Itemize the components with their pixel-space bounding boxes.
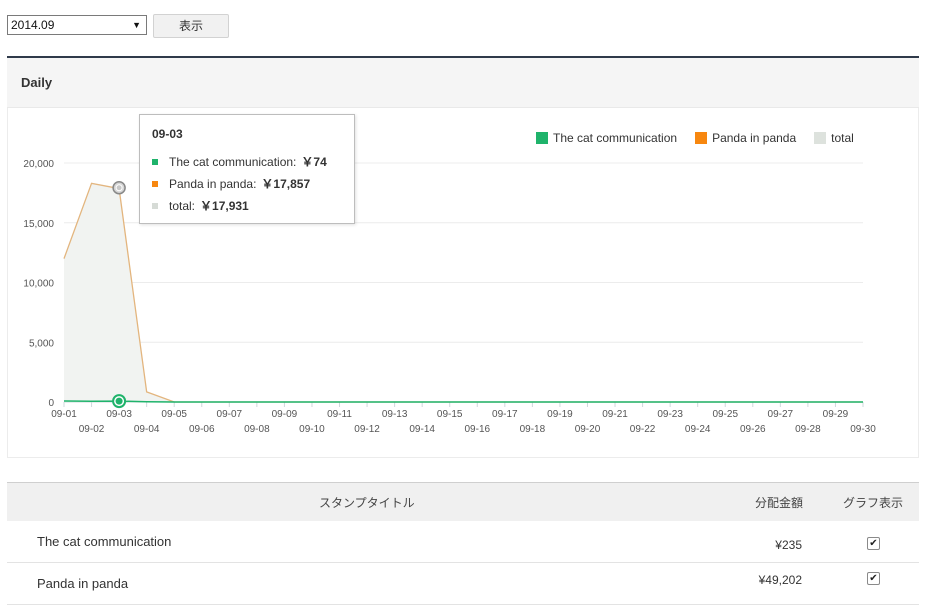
- tooltip-value-panda: ￥17,857: [261, 177, 311, 191]
- tooltip-row-panda: Panda in panda: ￥17,857: [152, 175, 310, 192]
- legend-label-total: total: [831, 131, 854, 145]
- tooltip-value-cat: ￥74: [301, 155, 327, 169]
- tooltip-row-total: total: ￥17,931: [152, 197, 249, 214]
- legend-label-panda: Panda in panda: [712, 131, 797, 145]
- legend-swatch-total: [814, 132, 827, 144]
- header-amount: 分配金額: [755, 496, 804, 510]
- x-tick-label: 09-16: [464, 424, 490, 435]
- table-row: The cat communication ¥235 ✔: [7, 521, 919, 563]
- x-tick-label: 09-21: [602, 409, 628, 420]
- x-tick-label: 09-19: [547, 409, 573, 420]
- x-tick-label: 09-20: [575, 424, 601, 435]
- table-header: スタンプタイトル 分配金額 グラフ表示: [7, 482, 919, 521]
- tooltip-dot-cat: [152, 158, 158, 165]
- x-tick-label: 09-22: [630, 424, 656, 435]
- x-tick-label: 09-28: [795, 424, 821, 435]
- highlight-point-total-inner: [115, 184, 123, 192]
- header-stamp-title: スタンプタイトル: [319, 496, 415, 510]
- legend-swatch-cat: [536, 132, 548, 144]
- x-tick-label: 09-14: [409, 424, 435, 435]
- y-tick-label: 15,000: [23, 219, 54, 230]
- tooltip-label-cat: The cat communication:: [169, 154, 297, 169]
- legend-item-panda[interactable]: Panda in panda: [695, 131, 796, 145]
- legend-swatch-panda: [695, 132, 708, 144]
- x-tick-label: 09-06: [189, 424, 215, 435]
- x-tick-label: 09-04: [134, 424, 160, 435]
- legend-item-cat[interactable]: The cat communication: [536, 131, 677, 145]
- x-tick-label: 09-30: [850, 424, 876, 435]
- x-tick-label: 09-13: [382, 409, 408, 420]
- legend-item-total[interactable]: total: [814, 131, 854, 145]
- y-tick-label: 0: [48, 398, 54, 409]
- show-button[interactable]: 表示: [153, 14, 229, 38]
- row-stamp-title: Panda in panda: [37, 576, 129, 591]
- month-select[interactable]: 2014.09 ▼: [7, 15, 147, 35]
- tooltip-label-total: total:: [169, 198, 196, 213]
- tooltip-value-total: ￥17,931: [200, 199, 249, 213]
- row-amount: ¥235: [775, 538, 802, 552]
- row-amount: ¥49,202: [758, 573, 802, 587]
- tooltip-dot-total: [152, 202, 158, 209]
- x-tick-label: 09-26: [740, 424, 766, 435]
- tooltip-title: 09-03: [152, 127, 183, 141]
- tooltip-label-panda: Panda in panda:: [169, 176, 257, 191]
- highlight-point-cat-inner: [115, 397, 123, 405]
- x-tick-label: 09-29: [823, 409, 849, 420]
- x-tick-label: 09-08: [244, 424, 270, 435]
- y-tick-label: 5,000: [29, 338, 54, 349]
- legend-label-cat: The cat communication: [553, 131, 678, 145]
- y-tick-label: 20,000: [23, 159, 54, 170]
- month-select-value: 2014.09: [11, 18, 55, 32]
- table-row: Panda in panda ¥49,202 ✔: [7, 563, 919, 605]
- x-tick-label: 09-03: [106, 409, 132, 420]
- x-tick-label: 09-12: [354, 424, 380, 435]
- graph-toggle-checkbox[interactable]: ✔: [867, 572, 880, 585]
- x-tick-label: 09-02: [79, 424, 105, 435]
- x-tick-label: 09-25: [712, 409, 738, 420]
- chart-tooltip: 09-03 The cat communication: ￥74 Panda i…: [139, 114, 355, 224]
- graph-toggle-checkbox[interactable]: ✔: [867, 537, 880, 550]
- row-stamp-title: The cat communication: [37, 534, 172, 549]
- panel-header: Daily: [7, 58, 919, 108]
- x-tick-label: 09-11: [327, 409, 352, 420]
- tooltip-dot-panda: [152, 180, 158, 187]
- stamp-table: スタンプタイトル 分配金額 グラフ表示 The cat communicatio…: [7, 482, 919, 605]
- x-tick-label: 09-10: [299, 424, 325, 435]
- x-tick-label: 09-17: [492, 409, 518, 420]
- x-tick-label: 09-01: [51, 409, 77, 420]
- x-tick-label: 09-18: [520, 424, 546, 435]
- x-tick-label: 09-05: [161, 409, 187, 420]
- x-tick-label: 09-09: [272, 409, 298, 420]
- x-tick-label: 09-23: [657, 409, 683, 420]
- series-line-cat: [63, 400, 863, 403]
- chevron-down-icon: ▼: [132, 20, 141, 30]
- x-tick-label: 09-27: [768, 409, 794, 420]
- x-tick-label: 09-15: [437, 409, 463, 420]
- tooltip-row-cat: The cat communication: ￥74: [152, 153, 327, 170]
- x-tick-label: 09-24: [685, 424, 711, 435]
- chart-legend: The cat communication Panda in panda tot…: [536, 131, 872, 145]
- header-graph: グラフ表示: [843, 496, 904, 510]
- y-tick-label: 10,000: [23, 279, 54, 290]
- panel-title: Daily: [21, 75, 53, 90]
- x-tick-label: 09-07: [217, 409, 243, 420]
